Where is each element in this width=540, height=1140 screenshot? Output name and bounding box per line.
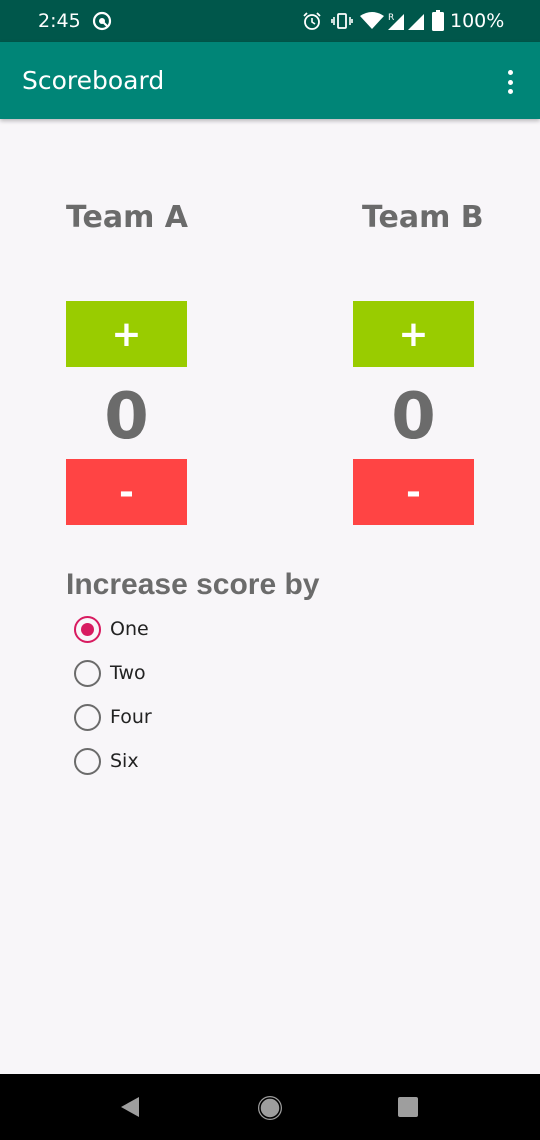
radio-option-two[interactable]: Two [74, 659, 146, 687]
radio-option-one[interactable]: One [74, 615, 149, 643]
battery-percentage: 100% [450, 10, 505, 32]
radio-option-four[interactable]: Four [74, 703, 152, 731]
back-icon[interactable] [119, 1095, 141, 1119]
alarm-icon [303, 12, 321, 30]
wifi-icon [360, 12, 384, 29]
radio-button-one[interactable] [74, 615, 101, 643]
team-a-score: 0 [104, 380, 149, 454]
radio-label-four: Four [110, 706, 152, 728]
vibrate-icon [331, 13, 353, 29]
radio-label-one: One [110, 618, 149, 640]
team-b-name: Team B [362, 200, 484, 235]
navigation-bar [0, 1074, 540, 1140]
team-b-minus-button[interactable]: - [353, 459, 474, 525]
app-bar: Scoreboard [0, 42, 540, 119]
recents-icon[interactable] [398, 1097, 418, 1117]
home-icon[interactable] [257, 1095, 283, 1121]
signal-icon: R [388, 13, 424, 30]
team-a-plus-button[interactable]: + [66, 301, 187, 367]
status-bar: 2:45 R 100% [0, 0, 540, 42]
status-time: 2:45 [38, 10, 81, 32]
radio-button-two[interactable] [74, 659, 101, 687]
team-a-minus-button[interactable]: - [66, 459, 187, 525]
team-a-name: Team A [66, 200, 188, 235]
app-title: Scoreboard [22, 66, 165, 95]
app-notification-icon [92, 11, 112, 31]
team-b-plus-button[interactable]: + [353, 301, 474, 367]
svg-text:R: R [388, 13, 394, 23]
radio-button-six[interactable] [74, 747, 101, 775]
radio-label-two: Two [110, 662, 146, 684]
radio-button-four[interactable] [74, 703, 101, 731]
radio-label-six: Six [110, 750, 139, 772]
overflow-menu-icon[interactable] [499, 68, 521, 96]
increase-score-label: Increase score by [66, 568, 320, 601]
battery-icon [432, 10, 444, 31]
radio-option-six[interactable]: Six [74, 747, 139, 775]
team-b-score: 0 [391, 380, 436, 454]
